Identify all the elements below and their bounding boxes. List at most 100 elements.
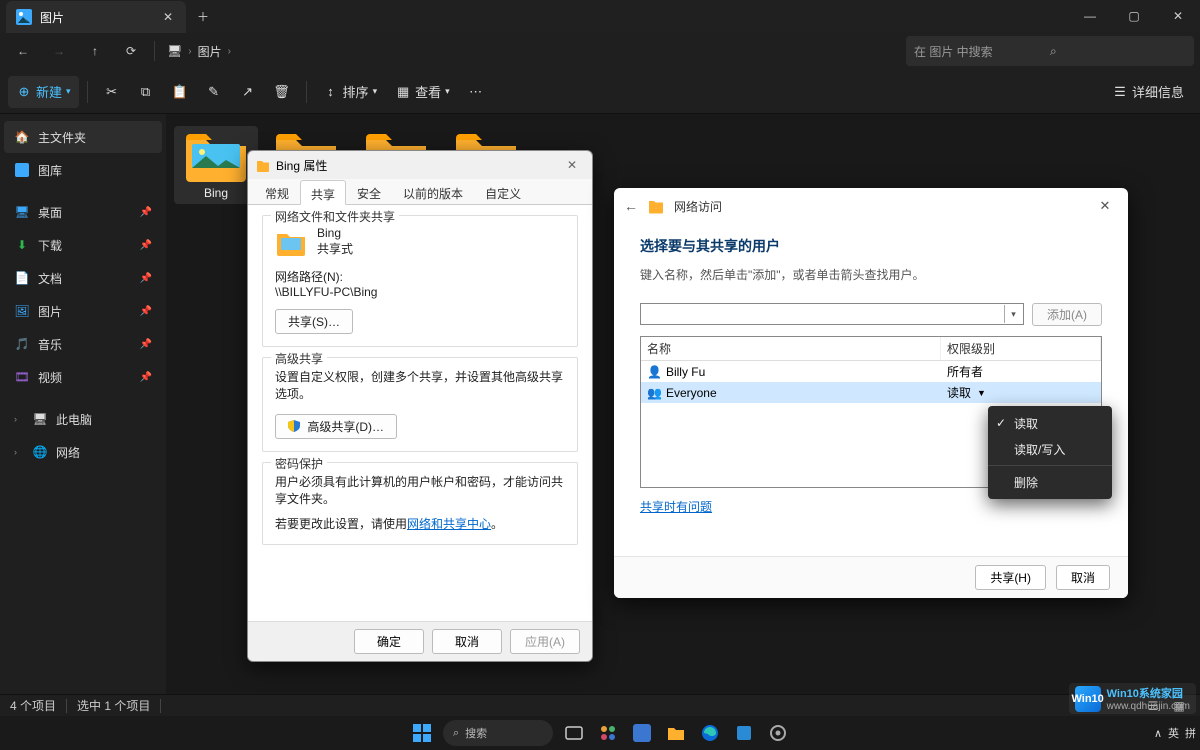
- search-input[interactable]: 在 图片 中搜索 ⌕: [906, 36, 1194, 66]
- forward-button[interactable]: →: [42, 36, 76, 66]
- menu-remove[interactable]: 删除: [988, 469, 1112, 495]
- sidebar-item-downloads[interactable]: ⬇下载📌: [4, 229, 162, 261]
- start-button[interactable]: [409, 720, 435, 746]
- tab-sharing[interactable]: 共享: [300, 180, 346, 205]
- tab-security[interactable]: 安全: [346, 179, 392, 204]
- sidebar-item-music[interactable]: 🎵音乐📌: [4, 328, 162, 360]
- view-button[interactable]: ▦查看▾: [387, 76, 458, 108]
- chevron-right-icon: ›: [14, 447, 24, 457]
- sort-button[interactable]: ↕排序▾: [315, 76, 386, 108]
- cancel-button[interactable]: 取消: [432, 629, 502, 654]
- more-icon: ⋯: [468, 84, 484, 100]
- permission-context-menu: 读取 读取/写入 删除: [988, 406, 1112, 499]
- home-icon: 🏠: [14, 129, 30, 145]
- chevron-down-icon[interactable]: ▾: [1004, 305, 1022, 323]
- separator: [160, 699, 161, 713]
- more-button[interactable]: ⋯: [460, 76, 492, 108]
- task-view-button[interactable]: [561, 720, 587, 746]
- share-cancel-button[interactable]: 取消: [1056, 565, 1110, 590]
- tab-close-button[interactable]: ✕: [160, 10, 176, 24]
- advanced-share-button[interactable]: 高级共享(D)…: [275, 414, 397, 439]
- close-share-button[interactable]: ✕: [1092, 198, 1118, 214]
- menu-read[interactable]: 读取: [988, 410, 1112, 436]
- permission-cell[interactable]: 读取▼: [941, 382, 1101, 403]
- breadcrumb[interactable]: 🖥 › 图片 ›: [161, 43, 237, 60]
- sidebar-item-videos[interactable]: 🎞视频📌: [4, 361, 162, 393]
- tray-ime-lang[interactable]: 英: [1168, 725, 1179, 741]
- close-dialog-button[interactable]: ✕: [560, 158, 584, 172]
- watermark-url: www.qdhuajin.com: [1107, 701, 1190, 712]
- menu-readwrite[interactable]: 读取/写入: [988, 436, 1112, 462]
- share-titlebar: ← 网络访问 ✕: [614, 188, 1128, 224]
- paste-button[interactable]: 📋: [164, 76, 196, 108]
- sidebar-item-thispc[interactable]: ›🖥此电脑: [4, 403, 162, 435]
- dialog-titlebar[interactable]: Bing 属性 ✕: [248, 151, 592, 179]
- sidebar-item-network[interactable]: ›🌐网络: [4, 436, 162, 468]
- delete-button[interactable]: 🗑: [266, 76, 298, 108]
- maximize-button[interactable]: ▢: [1112, 0, 1156, 32]
- copy-button[interactable]: ⧉: [130, 76, 162, 108]
- back-button[interactable]: ←: [6, 36, 40, 66]
- taskbar-app-icon[interactable]: [731, 720, 757, 746]
- chevron-down-icon[interactable]: ▼: [977, 388, 986, 398]
- taskbar-explorer-icon[interactable]: [663, 720, 689, 746]
- folder-name: Bing: [204, 186, 228, 200]
- breadcrumb-folder[interactable]: 图片: [198, 43, 222, 60]
- rename-button[interactable]: ✎: [198, 76, 230, 108]
- sidebar-item-home[interactable]: 🏠主文件夹: [4, 121, 162, 153]
- close-window-button[interactable]: ✕: [1156, 0, 1200, 32]
- add-button[interactable]: 添加(A): [1032, 303, 1102, 326]
- cut-icon: ✂: [104, 84, 120, 100]
- up-button[interactable]: ↑: [78, 36, 112, 66]
- folder-item[interactable]: Bing: [174, 126, 258, 204]
- network-center-link[interactable]: 网络和共享中心: [407, 517, 491, 531]
- share-button[interactable]: ↗: [232, 76, 264, 108]
- share-button[interactable]: 共享(S)…: [275, 309, 353, 334]
- tab-custom[interactable]: 自定义: [474, 179, 532, 204]
- tab-general[interactable]: 常规: [254, 179, 300, 204]
- sidebar-item-documents[interactable]: 📄文档📌: [4, 262, 162, 294]
- add-user-row: ▾ 添加(A): [640, 303, 1102, 326]
- tray-chevron[interactable]: ∧: [1154, 727, 1162, 740]
- separator: [87, 81, 88, 103]
- sidebar-item-gallery[interactable]: 图库: [4, 154, 162, 186]
- search-icon[interactable]: ⌕: [1050, 44, 1186, 59]
- table-row[interactable]: 👥Everyone 读取▼: [641, 382, 1101, 403]
- tab-active[interactable]: 图片 ✕: [6, 1, 186, 33]
- tray-ime-mode[interactable]: 拼: [1185, 725, 1196, 741]
- trouble-link[interactable]: 共享时有问题: [640, 498, 712, 515]
- taskbar-app-icon[interactable]: [629, 720, 655, 746]
- back-button[interactable]: ←: [624, 198, 638, 214]
- cut-button[interactable]: ✂: [96, 76, 128, 108]
- ok-button[interactable]: 确定: [354, 629, 424, 654]
- col-name[interactable]: 名称: [641, 337, 941, 360]
- share-window-title: 网络访问: [674, 198, 1082, 215]
- pin-icon: 📌: [140, 372, 152, 383]
- share-confirm-button[interactable]: 共享(H): [975, 565, 1046, 590]
- details-icon: ☰: [1112, 84, 1128, 100]
- sidebar-item-desktop[interactable]: 🖥桌面📌: [4, 196, 162, 228]
- separator: [306, 81, 307, 103]
- refresh-button[interactable]: ⟳: [114, 36, 148, 66]
- taskbar-settings-icon[interactable]: [765, 720, 791, 746]
- new-tab-button[interactable]: ＋: [186, 8, 220, 25]
- desktop-icon: 🖥: [14, 204, 30, 220]
- user-combobox[interactable]: ▾: [640, 303, 1024, 325]
- monitor-icon: 🖥: [167, 44, 182, 58]
- table-row[interactable]: 👤Billy Fu 所有者: [641, 361, 1101, 382]
- taskbar-app-icon[interactable]: [595, 720, 621, 746]
- share-folder-name: Bing: [317, 226, 353, 240]
- details-pane-button[interactable]: ☰详细信息: [1104, 76, 1192, 108]
- table-header: 名称 权限级别: [641, 337, 1101, 361]
- chevron-right-icon: ›: [188, 46, 191, 57]
- taskbar-edge-icon[interactable]: [697, 720, 723, 746]
- sidebar-item-pictures[interactable]: 🖼图片📌: [4, 295, 162, 327]
- new-button[interactable]: ⊕ 新建 ▾: [8, 76, 79, 108]
- col-permission[interactable]: 权限级别: [941, 337, 1101, 360]
- gallery-icon: [14, 162, 30, 178]
- minimize-button[interactable]: —: [1068, 0, 1112, 32]
- apply-button[interactable]: 应用(A): [510, 629, 580, 654]
- tab-prev-versions[interactable]: 以前的版本: [392, 179, 474, 204]
- taskbar-search[interactable]: ⌕搜索: [443, 720, 553, 746]
- taskbar-center: ⌕搜索: [409, 720, 791, 746]
